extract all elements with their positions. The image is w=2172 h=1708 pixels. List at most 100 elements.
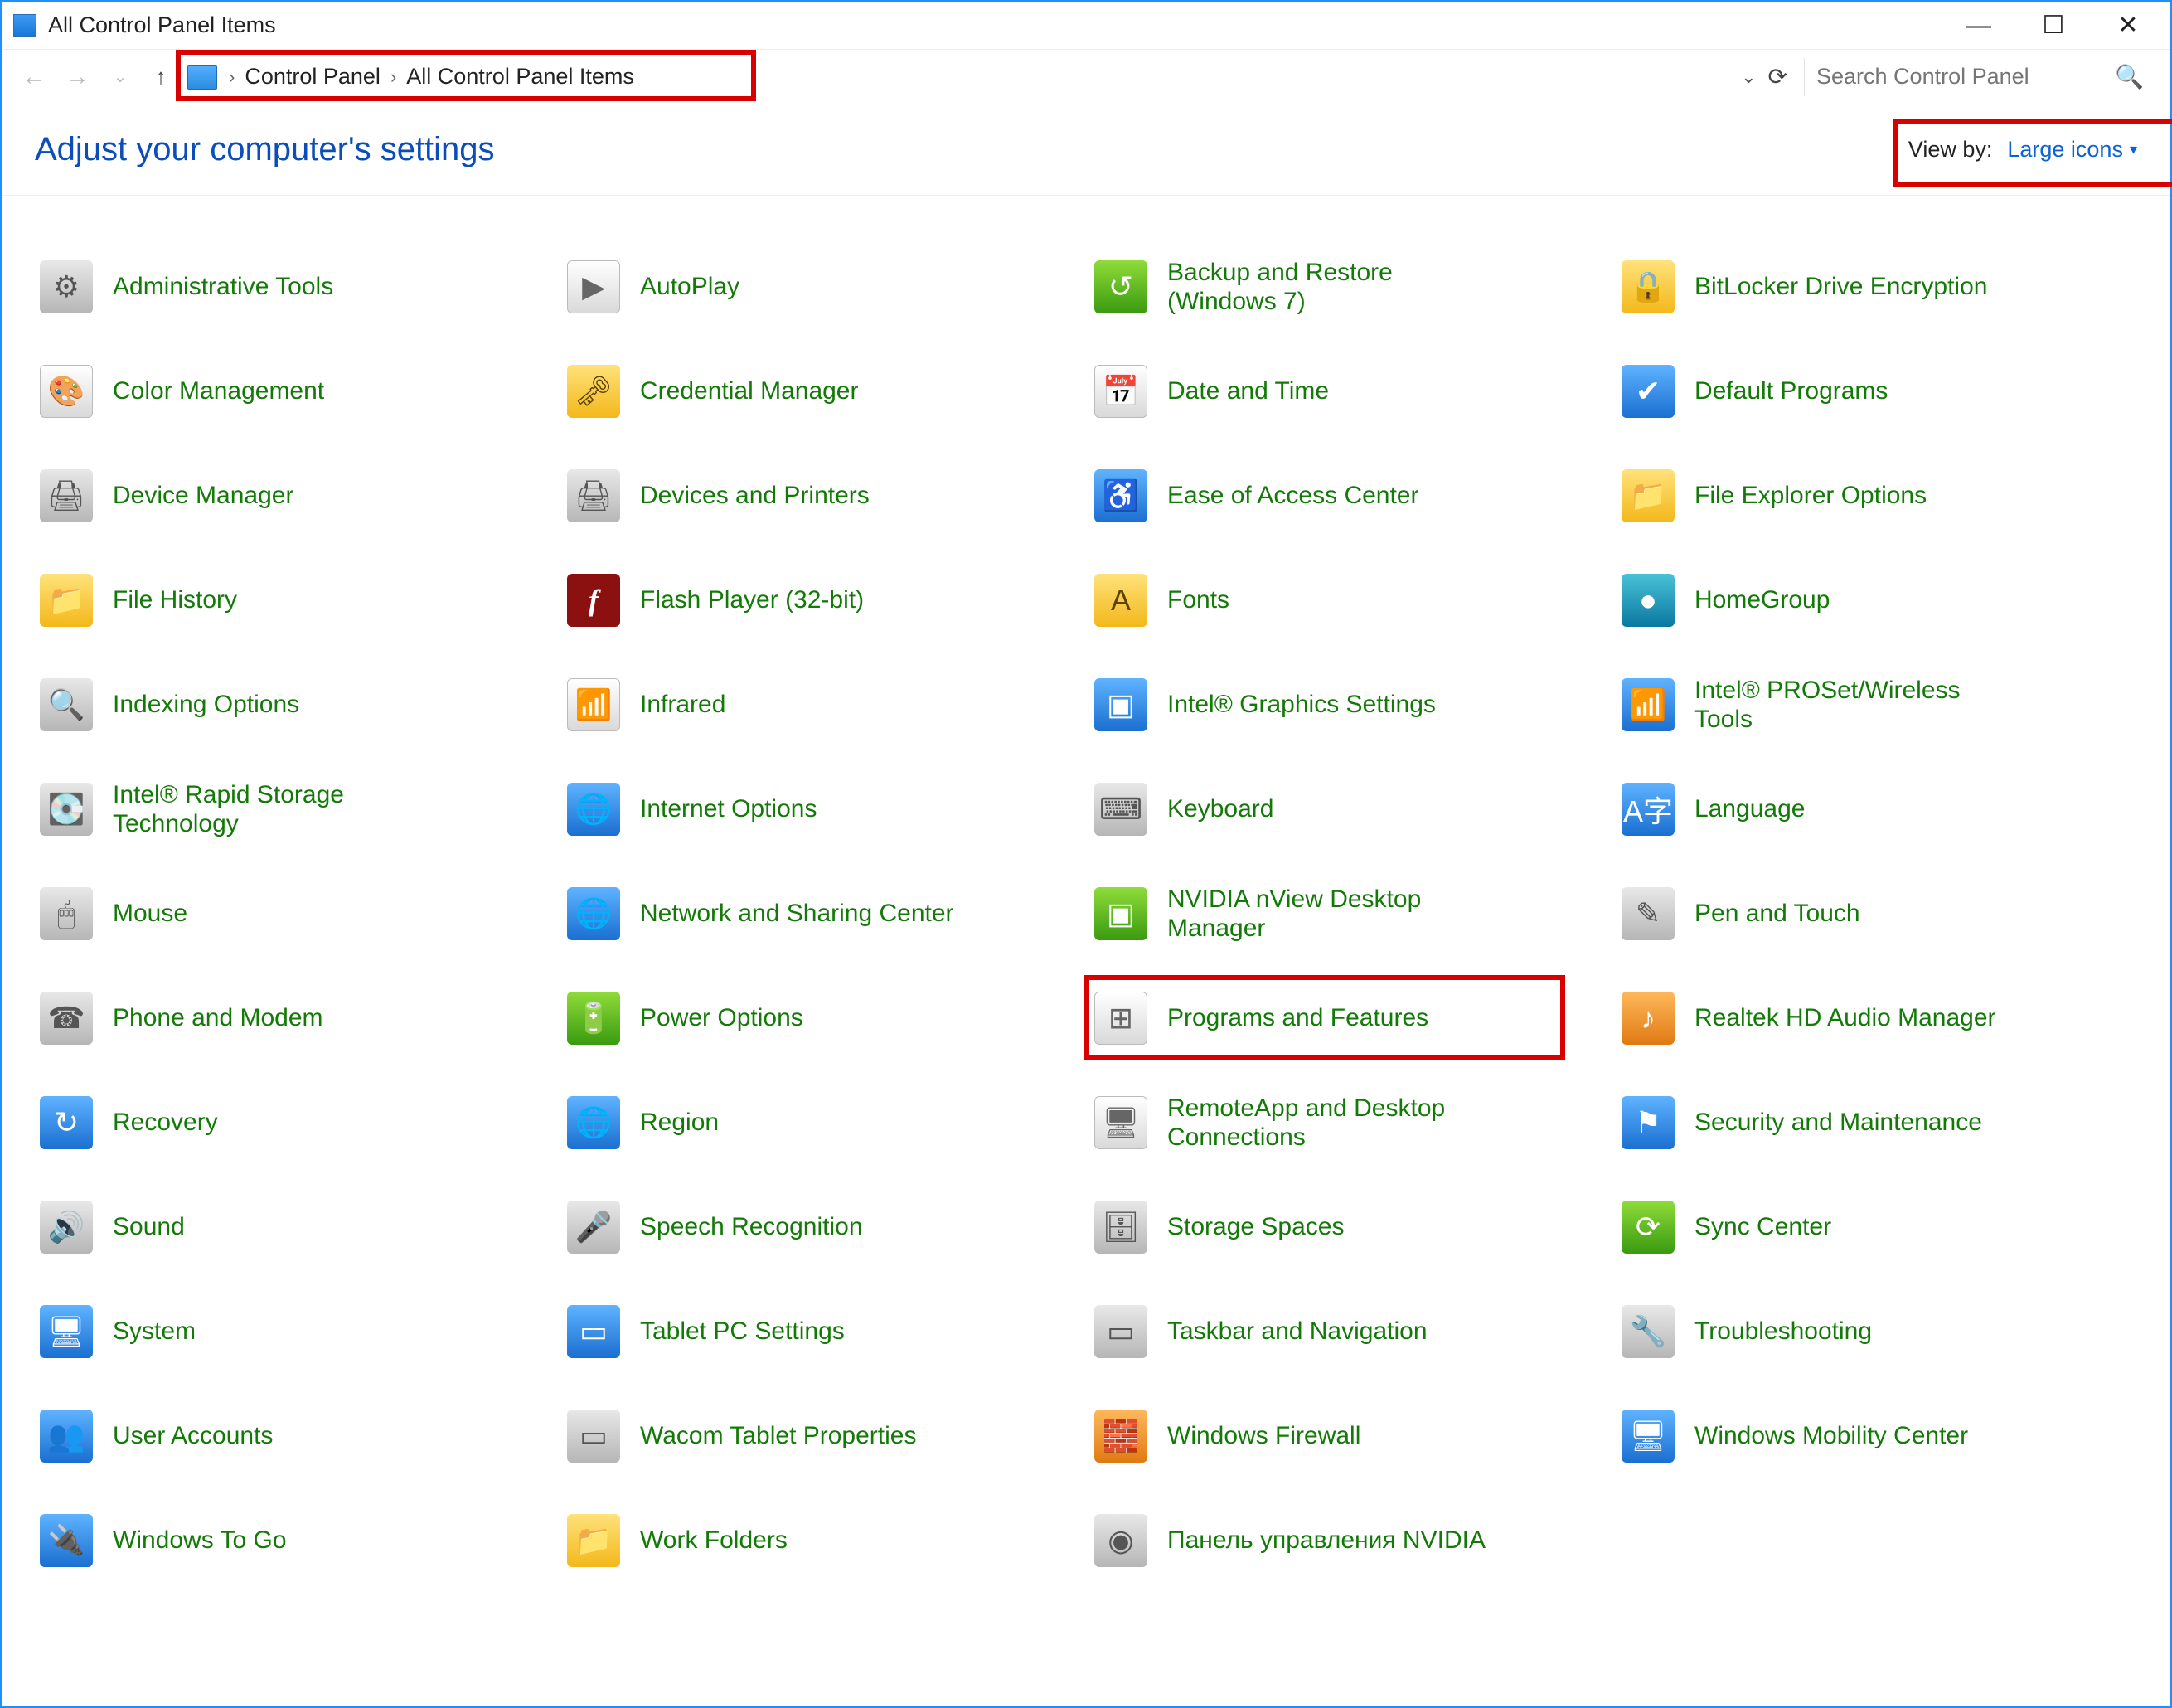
control-panel-item-label: NVIDIA nView Desktop Manager bbox=[1167, 885, 1491, 944]
control-panel-window: All Control Panel Items — ☐ ✕ ← → ⌄ ↑ › … bbox=[0, 0, 2172, 1708]
backup-icon: ↺ bbox=[1093, 259, 1149, 315]
chevron-right-icon: › bbox=[221, 66, 243, 88]
control-panel-item-label: Speech Recognition bbox=[640, 1212, 863, 1241]
search-box[interactable]: 🔍 bbox=[1804, 58, 2155, 96]
recent-dropdown[interactable]: ⌄ bbox=[103, 60, 138, 95]
keyboard-icon: ⌨ bbox=[1093, 781, 1149, 837]
autoplay-icon: ▶ bbox=[565, 259, 622, 315]
control-panel-item[interactable]: 🎤Speech Recognition bbox=[562, 1187, 1084, 1267]
control-panel-item[interactable]: ⟳Sync Center bbox=[1617, 1187, 2139, 1267]
control-panel-item-label: Programs and Features bbox=[1167, 1003, 1428, 1032]
remote-icon: 🖥 bbox=[1093, 1094, 1149, 1151]
users-icon: 👥 bbox=[38, 1408, 95, 1464]
intelgfx-icon: ▣ bbox=[1093, 677, 1149, 733]
control-panel-item[interactable]: 🖥 RemoteApp and Desktop Connections bbox=[1089, 1083, 1612, 1162]
control-panel-item[interactable]: 🔊Sound bbox=[35, 1187, 557, 1267]
control-panel-item[interactable]: ●HomeGroup bbox=[1617, 560, 2139, 640]
search-input[interactable] bbox=[1816, 64, 2115, 90]
navigation-row: ← → ⌄ ↑ › Control Panel › All Control Pa… bbox=[2, 50, 2170, 104]
control-panel-item[interactable]: ✔Default Programs bbox=[1617, 352, 2139, 431]
control-panel-item-label: Color Management bbox=[113, 376, 324, 405]
control-panel-item[interactable]: 🗝Credential Manager bbox=[562, 352, 1084, 431]
control-panel-item[interactable]: 👥 User Accounts bbox=[35, 1396, 557, 1476]
control-panel-item[interactable]: ⚙Administrative Tools bbox=[35, 247, 557, 327]
control-panel-item[interactable]: ▭Tablet PC Settings bbox=[562, 1292, 1084, 1371]
control-panel-item[interactable]: 🧱Windows Firewall bbox=[1089, 1396, 1612, 1476]
control-panel-item[interactable]: 📶Intel® PROSet/Wireless Tools bbox=[1617, 665, 2139, 745]
forward-button[interactable]: → bbox=[60, 60, 95, 95]
control-panel-item[interactable]: ♪Realtek HD Audio Manager bbox=[1617, 978, 2139, 1058]
network-icon: 🌐 bbox=[565, 886, 622, 942]
control-panel-item[interactable]: 📁File History bbox=[35, 560, 557, 640]
control-panel-item[interactable]: 📶Infrared bbox=[562, 665, 1084, 745]
minimize-button[interactable]: — bbox=[1942, 2, 2016, 50]
control-panel-item-label: Intel® Rapid Storage Technology bbox=[113, 780, 436, 839]
control-panel-item[interactable]: ↻Recovery bbox=[35, 1083, 557, 1162]
control-panel-item[interactable]: ▣Intel® Graphics Settings bbox=[1089, 665, 1612, 745]
view-by-label: View by: bbox=[1908, 137, 1993, 163]
breadcrumb-root[interactable]: Control Panel bbox=[243, 62, 382, 91]
control-panel-item[interactable]: 🔋Power Options bbox=[562, 978, 1084, 1058]
close-button[interactable]: ✕ bbox=[2091, 2, 2165, 50]
control-panel-item-label: Mouse bbox=[113, 899, 187, 928]
control-panel-item[interactable]: ▭Taskbar and Navigation bbox=[1089, 1292, 1612, 1371]
view-by-value[interactable]: Large icons ▾ bbox=[2007, 137, 2137, 163]
address-bar[interactable]: › Control Panel › All Control Panel Item… bbox=[186, 58, 1792, 96]
control-panel-item[interactable]: 📁File Explorer Options bbox=[1617, 456, 2139, 536]
security-icon: ⚑ bbox=[1620, 1094, 1676, 1151]
refresh-button[interactable]: ⟳ bbox=[1768, 63, 1787, 90]
control-panel-item-label: Work Folders bbox=[640, 1526, 788, 1555]
devmgr-icon: 🖨 bbox=[38, 468, 95, 524]
control-panel-item[interactable]: 🔧Troubleshooting bbox=[1617, 1292, 2139, 1371]
control-panel-item[interactable]: 🔒BitLocker Drive Encryption bbox=[1617, 247, 2139, 327]
control-panel-item[interactable]: ↺Backup and Restore (Windows 7) bbox=[1089, 247, 1612, 327]
control-panel-item[interactable]: 🖥System bbox=[35, 1292, 557, 1371]
control-panel-item[interactable]: ✎Pen and Touch bbox=[1617, 874, 2139, 953]
breadcrumb-current[interactable]: All Control Panel Items bbox=[405, 62, 636, 91]
up-button[interactable]: ↑ bbox=[146, 62, 176, 92]
control-panel-item-label: User Accounts bbox=[113, 1421, 273, 1450]
control-panel-item[interactable]: AFonts bbox=[1089, 560, 1612, 640]
control-panel-item[interactable]: 💽Intel® Rapid Storage Technology bbox=[35, 769, 557, 849]
control-panel-item[interactable]: fFlash Player (32-bit) bbox=[562, 560, 1084, 640]
control-panel-item-label: Recovery bbox=[113, 1108, 218, 1137]
control-panel-item[interactable]: 🌐Region bbox=[562, 1083, 1084, 1162]
control-panel-item[interactable]: 🔌Windows To Go bbox=[35, 1501, 557, 1580]
chevron-right-icon: › bbox=[382, 66, 405, 88]
control-panel-item[interactable]: 🖱Mouse bbox=[35, 874, 557, 953]
control-panel-item[interactable]: 🎨Color Management bbox=[35, 352, 557, 431]
control-panel-app-icon bbox=[13, 14, 36, 37]
control-panel-item[interactable]: 🌐Network and Sharing Center bbox=[562, 874, 1084, 953]
control-panel-item[interactable]: ◉Панель управления NVIDIA bbox=[1089, 1501, 1612, 1580]
storage-icon: 🗄 bbox=[1093, 1199, 1149, 1255]
control-panel-item[interactable]: 🔍Indexing Options bbox=[35, 665, 557, 745]
control-panel-item[interactable]: ⊞Programs and Features bbox=[1089, 978, 1612, 1058]
realtek-icon: ♪ bbox=[1620, 990, 1676, 1046]
bitlocker-icon: 🔒 bbox=[1620, 259, 1676, 315]
control-panel-item[interactable]: 🌐Internet Options bbox=[562, 769, 1084, 849]
wacom-icon: ▭ bbox=[565, 1408, 622, 1464]
maximize-button[interactable]: ☐ bbox=[2016, 2, 2091, 50]
control-panel-item[interactable]: ▣NVIDIA nView Desktop Manager bbox=[1089, 874, 1612, 953]
control-panel-item[interactable]: 📁Work Folders bbox=[562, 1501, 1084, 1580]
control-panel-item[interactable]: ⚑Security and Maintenance bbox=[1617, 1083, 2139, 1162]
devprint-icon: 🖨 bbox=[565, 468, 622, 524]
address-dropdown-icon[interactable]: ⌄ bbox=[1741, 66, 1756, 88]
control-panel-item[interactable]: ⌨Keyboard bbox=[1089, 769, 1612, 849]
control-panel-item[interactable]: A字Language bbox=[1617, 769, 2139, 849]
control-panel-item-label: File Explorer Options bbox=[1694, 481, 1927, 510]
control-panel-item-label: Credential Manager bbox=[640, 376, 858, 405]
control-panel-item[interactable]: ▶AutoPlay bbox=[562, 247, 1084, 327]
control-panel-item[interactable]: ♿Ease of Access Center bbox=[1089, 456, 1612, 536]
control-panel-item[interactable]: ☎Phone and Modem bbox=[35, 978, 557, 1058]
control-panel-item-label: RemoteApp and Desktop Connections bbox=[1167, 1094, 1491, 1152]
control-panel-item[interactable]: 🖨Devices and Printers bbox=[562, 456, 1084, 536]
control-panel-item[interactable]: 📅Date and Time bbox=[1089, 352, 1612, 431]
view-by-control[interactable]: View by: Large icons ▾ bbox=[1908, 137, 2137, 163]
back-button[interactable]: ← bbox=[17, 60, 51, 95]
firewall-icon: 🧱 bbox=[1093, 1408, 1149, 1464]
control-panel-item[interactable]: 🖨Device Manager bbox=[35, 456, 557, 536]
control-panel-item[interactable]: 🖥Windows Mobility Center bbox=[1617, 1396, 2139, 1476]
control-panel-item[interactable]: ▭Wacom Tablet Properties bbox=[562, 1396, 1084, 1476]
control-panel-item[interactable]: 🗄Storage Spaces bbox=[1089, 1187, 1612, 1267]
